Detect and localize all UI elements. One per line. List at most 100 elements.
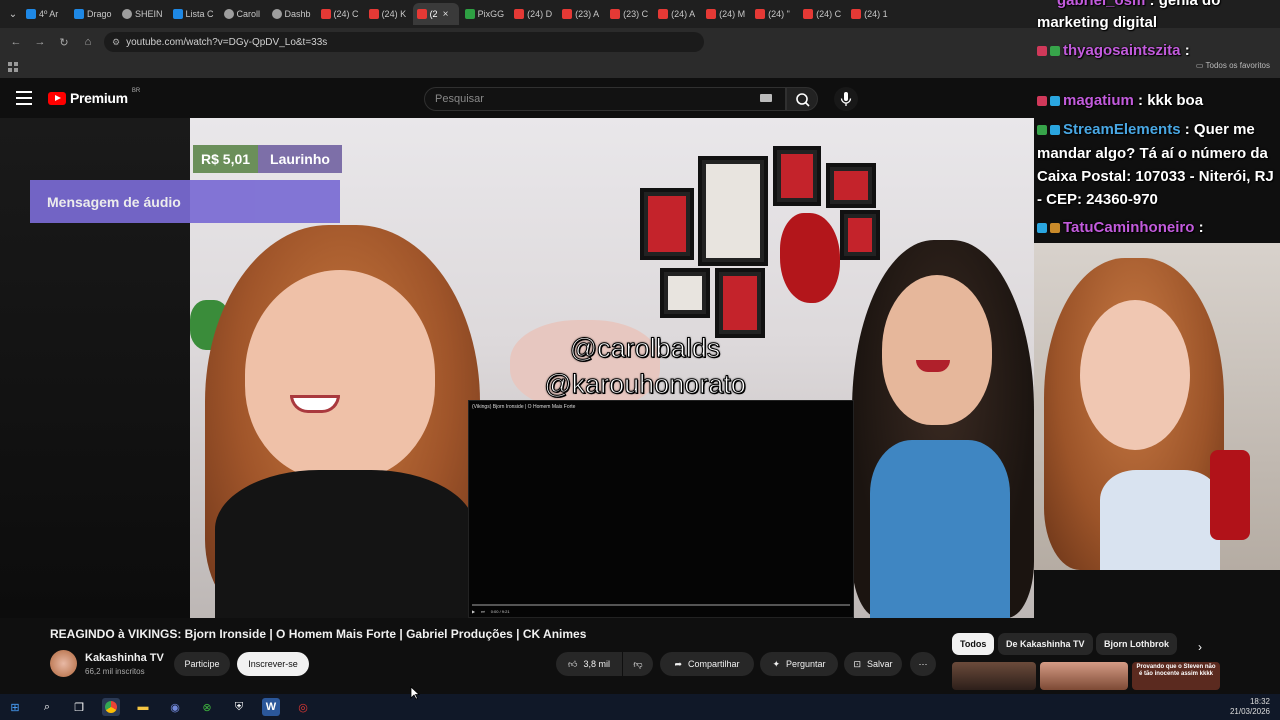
browser-tab[interactable]: (2 × — [412, 3, 459, 25]
chat-badge-icon — [1050, 96, 1060, 107]
xbox-icon[interactable]: ⊗ — [198, 698, 216, 716]
browser-tab[interactable]: Dashb — [268, 3, 315, 25]
related-thumbnail[interactable] — [1040, 662, 1128, 690]
all-bookmarks-label: Todos os favoritos — [1205, 61, 1270, 70]
task-view-icon[interactable]: ❐ — [70, 698, 88, 716]
donation-user: Laurinho — [258, 145, 342, 173]
browser-tab[interactable]: Lista C — [169, 3, 218, 25]
browser-tab[interactable]: (24) " — [751, 3, 797, 25]
browser-tab[interactable]: (24) D — [510, 3, 556, 25]
embedded-next-icon[interactable]: ⏭ — [481, 609, 485, 614]
menu-icon[interactable] — [16, 91, 32, 105]
browser-tab[interactable]: (24) A — [654, 3, 700, 25]
embedded-controls[interactable]: ▶ ⏭ 0:00 / 9:21 — [472, 606, 850, 616]
site-info-icon[interactable]: ⚙ — [112, 37, 120, 48]
streamer-right-face — [882, 275, 992, 425]
browser-tab[interactable]: (24) C — [799, 3, 845, 25]
tab-title: (24) 1 — [864, 9, 888, 19]
join-label: Participe — [184, 659, 220, 669]
browser-tab[interactable]: (23) C — [606, 3, 652, 25]
tab-title: (23) A — [575, 9, 600, 19]
like-button[interactable]: 👍︎ 3,8 mil — [556, 652, 622, 676]
address-bar[interactable]: ⚙ youtube.com/watch?v=DGy-QpDV_Lo&t=33s — [104, 32, 704, 52]
reload-icon[interactable]: ↻ — [56, 34, 72, 50]
ask-button[interactable]: ✦ Perguntar — [760, 652, 838, 676]
webcam-streamer-face — [1080, 300, 1190, 450]
tab-search-icon[interactable]: ⌄ — [6, 7, 20, 21]
windows-start-icon[interactable]: ⊞ — [6, 698, 24, 716]
chat-text: mandar algo? Tá aí o número da — [1037, 145, 1268, 162]
dislike-button[interactable]: 👎︎ — [623, 652, 653, 676]
chip-all[interactable]: Todos — [952, 633, 995, 655]
tab-close-icon[interactable]: × — [443, 9, 449, 20]
chip-channel[interactable]: De Kakashinha TV — [998, 633, 1093, 655]
discord-icon[interactable]: ◉ — [166, 698, 184, 716]
browser-tab[interactable]: (24) K — [365, 3, 411, 25]
tab-favicon-icon — [610, 9, 621, 19]
file-explorer-icon[interactable]: ▬ — [134, 698, 152, 716]
related-thumbnail[interactable]: Provando que o Steven não é tão inocente… — [1132, 662, 1220, 690]
keyboard-icon[interactable] — [760, 94, 772, 102]
chip-label: Bjorn Lothbrok — [1104, 639, 1169, 649]
chat-message: - CEP: 24360-970 — [1037, 191, 1158, 208]
apps-grid-icon[interactable] — [8, 62, 18, 72]
forward-icon[interactable]: → — [32, 34, 48, 50]
embedded-play-icon[interactable]: ▶ — [472, 609, 475, 614]
chat-text: : gênia do — [1149, 0, 1221, 9]
browser-tab[interactable]: (23) A — [558, 3, 604, 25]
channel-avatar[interactable] — [50, 650, 77, 677]
browser-tab[interactable]: (24) C — [317, 3, 363, 25]
word-icon[interactable]: W — [262, 698, 280, 716]
chat-text: : — [1198, 219, 1204, 236]
browser-tab[interactable]: (24) 1 — [847, 3, 893, 25]
tab-favicon-icon — [514, 9, 525, 19]
tab-favicon-icon — [223, 9, 234, 19]
clock-date: 21/03/2026 — [1229, 707, 1270, 716]
microphone-icon — [840, 92, 852, 106]
embedded-video[interactable] — [468, 400, 854, 618]
chat-text: : — [1184, 42, 1190, 59]
browser-tab[interactable]: PixGG — [461, 3, 509, 25]
browser-tab[interactable]: SHEIN — [118, 3, 167, 25]
join-button[interactable]: Participe — [174, 652, 230, 676]
browser-tab[interactable]: 4º Ar — [22, 3, 68, 25]
chrome-icon[interactable] — [102, 698, 120, 716]
chat-badge-icon — [1037, 46, 1047, 57]
tab-title: SHEIN — [135, 9, 163, 19]
share-button[interactable]: ➦ Compartilhar — [660, 652, 754, 676]
related-thumbnail[interactable] — [952, 662, 1036, 690]
tab-favicon-icon — [122, 9, 132, 19]
tab-title: (2 — [429, 9, 438, 19]
youtube-premium-logo[interactable]: Premium BR — [48, 88, 140, 106]
tab-title: Caroll — [236, 9, 261, 19]
chat-message: TatuCaminhoneiro : — [1037, 219, 1204, 236]
tab-favicon-icon — [755, 9, 766, 19]
more-actions-button[interactable]: ⋯ — [910, 652, 936, 676]
back-icon[interactable]: ← — [8, 34, 24, 50]
tab-favicon-icon — [851, 9, 862, 19]
share-icon: ➦ — [674, 658, 682, 669]
chat-message: gabriel_osm : gênia do — [1057, 0, 1220, 9]
browser-tab[interactable]: Caroll — [220, 3, 266, 25]
tab-favicon-icon — [271, 9, 282, 19]
chat-message: magatium : kkk boa — [1037, 92, 1203, 109]
all-bookmarks-button[interactable]: ▭ Todos os favoritos — [1196, 61, 1270, 70]
browser-tab[interactable]: Drago — [70, 3, 116, 25]
shield-icon[interactable]: ⛨ — [230, 698, 248, 716]
search-button[interactable] — [786, 87, 818, 111]
chip-bjorn-lothbrok[interactable]: Bjorn Lothbrok — [1096, 633, 1177, 655]
chips-next-icon[interactable]: › — [1198, 640, 1202, 654]
browser-tab[interactable]: (24) M — [702, 3, 749, 25]
save-button[interactable]: ⊡ Salvar — [844, 652, 902, 676]
chat-badge-icon — [1037, 96, 1047, 107]
search-input[interactable]: Pesquisar — [424, 87, 786, 111]
channel-name[interactable]: Kakashinha TV — [85, 652, 164, 664]
system-clock[interactable]: 18:32 21/03/2026 — [1230, 697, 1270, 717]
search-taskbar-icon[interactable]: ⌕ — [38, 698, 56, 716]
voice-search-button[interactable] — [834, 87, 858, 111]
subscribe-button[interactable]: Inscrever-se — [237, 652, 309, 676]
home-icon[interactable]: ⌂ — [80, 34, 96, 50]
chat-badge-icon — [1037, 223, 1047, 234]
obs-icon[interactable]: ◎ — [294, 698, 312, 716]
chat-message: thyagosaintszita : — [1037, 42, 1190, 59]
